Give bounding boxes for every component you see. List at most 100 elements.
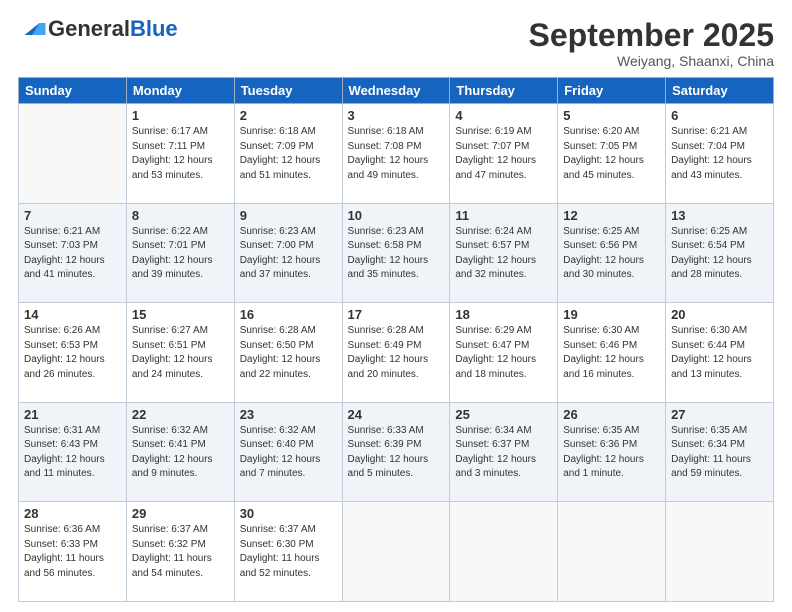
calendar-cell: 13 Sunrise: 6:25 AM Sunset: 6:54 PM Dayli… [666,203,774,303]
day-number: 7 [24,208,121,223]
calendar-cell [19,104,127,204]
cell-content: Sunrise: 6:26 AM Sunset: 6:53 PM Dayligh… [24,324,121,382]
calendar-cell: 27 Sunrise: 6:35 AM Sunset: 6:34 PM Dayli… [666,402,774,502]
cell-content: Sunrise: 6:22 AM Sunset: 7:01 PM Dayligh… [132,225,229,283]
calendar-cell [558,502,666,602]
cell-content: Sunrise: 6:34 AM Sunset: 6:37 PM Dayligh… [455,424,552,482]
calendar-cell: 15Sunrise: 6:27 AM Sunset: 6:51 PM Dayli… [126,303,234,403]
cell-content: Sunrise: 6:37 AM Sunset: 6:32 PM Dayligh… [132,523,229,581]
day-number: 2 [240,108,337,123]
day-number: 18 [455,307,552,322]
day-header-saturday: Saturday [666,78,774,104]
day-number: 16 [240,307,337,322]
cell-content: Sunrise: 6:18 AM Sunset: 7:08 PM Dayligh… [348,125,445,183]
cell-content: Sunrise: 6:28 AM Sunset: 6:49 PM Dayligh… [348,324,445,382]
calendar-cell [666,502,774,602]
calendar-cell: 4 Sunrise: 6:19 AM Sunset: 7:07 PM Daylig… [450,104,558,204]
calendar-header-row: SundayMondayTuesdayWednesdayThursdayFrid… [19,78,774,104]
calendar-cell: 17 Sunrise: 6:28 AM Sunset: 6:49 PM Dayli… [342,303,450,403]
calendar-cell: 9 Sunrise: 6:23 AM Sunset: 7:00 PM Daylig… [234,203,342,303]
calendar-cell: 14 Sunrise: 6:26 AM Sunset: 6:53 PM Dayli… [19,303,127,403]
day-number: 1 [132,108,229,123]
day-header-friday: Friday [558,78,666,104]
day-number: 4 [455,108,552,123]
day-number: 6 [671,108,768,123]
calendar-cell: 22Sunrise: 6:32 AM Sunset: 6:41 PM Dayli… [126,402,234,502]
day-number: 29 [132,506,229,521]
cell-content: Sunrise: 6:21 AM Sunset: 7:03 PM Dayligh… [24,225,121,283]
cell-content: Sunrise: 6:23 AM Sunset: 7:00 PM Dayligh… [240,225,337,283]
logo-text: GeneralBlue [48,18,178,40]
calendar-cell: 12 Sunrise: 6:25 AM Sunset: 6:56 PM Dayli… [558,203,666,303]
day-number: 8 [132,208,229,223]
day-number: 19 [563,307,660,322]
cell-content: Sunrise: 6:19 AM Sunset: 7:07 PM Dayligh… [455,125,552,183]
cell-content: Sunrise: 6:18 AM Sunset: 7:09 PM Dayligh… [240,125,337,183]
day-number: 20 [671,307,768,322]
calendar-cell: 1 Sunrise: 6:17 AM Sunset: 7:11 PM Daylig… [126,104,234,204]
day-header-thursday: Thursday [450,78,558,104]
calendar-cell: 25 Sunrise: 6:34 AM Sunset: 6:37 PM Dayli… [450,402,558,502]
cell-content: Sunrise: 6:17 AM Sunset: 7:11 PM Dayligh… [132,125,229,183]
logo-blue: Blue [130,16,178,41]
cell-content: Sunrise: 6:35 AM Sunset: 6:36 PM Dayligh… [563,424,660,482]
cell-content: Sunrise: 6:25 AM Sunset: 6:56 PM Dayligh… [563,225,660,283]
cell-content: Sunrise: 6:24 AM Sunset: 6:57 PM Dayligh… [455,225,552,283]
day-header-tuesday: Tuesday [234,78,342,104]
calendar-cell: 24Sunrise: 6:33 AM Sunset: 6:39 PM Dayli… [342,402,450,502]
calendar-cell: 2 Sunrise: 6:18 AM Sunset: 7:09 PM Daylig… [234,104,342,204]
calendar-week-row: 28Sunrise: 6:36 AM Sunset: 6:33 PM Dayli… [19,502,774,602]
cell-content: Sunrise: 6:29 AM Sunset: 6:47 PM Dayligh… [455,324,552,382]
calendar-cell: 5 Sunrise: 6:20 AM Sunset: 7:05 PM Daylig… [558,104,666,204]
calendar-week-row: 21 Sunrise: 6:31 AM Sunset: 6:43 PM Dayli… [19,402,774,502]
calendar-cell: 26 Sunrise: 6:35 AM Sunset: 6:36 PM Dayli… [558,402,666,502]
day-number: 5 [563,108,660,123]
cell-content: Sunrise: 6:28 AM Sunset: 6:50 PM Dayligh… [240,324,337,382]
header: GeneralBlue September 2025 Weiyang, Shaa… [18,18,774,69]
cell-content: Sunrise: 6:32 AM Sunset: 6:40 PM Dayligh… [240,424,337,482]
calendar-week-row: 14 Sunrise: 6:26 AM Sunset: 6:53 PM Dayli… [19,303,774,403]
calendar-cell [342,502,450,602]
calendar-cell: 20Sunrise: 6:30 AM Sunset: 6:44 PM Dayli… [666,303,774,403]
location: Weiyang, Shaanxi, China [529,53,774,69]
day-number: 26 [563,407,660,422]
calendar-cell: 8 Sunrise: 6:22 AM Sunset: 7:01 PM Daylig… [126,203,234,303]
day-number: 23 [240,407,337,422]
logo-general: General [48,16,130,41]
day-number: 14 [24,307,121,322]
cell-content: Sunrise: 6:23 AM Sunset: 6:58 PM Dayligh… [348,225,445,283]
day-number: 12 [563,208,660,223]
calendar-cell: 23 Sunrise: 6:32 AM Sunset: 6:40 PM Dayli… [234,402,342,502]
calendar-cell: 10Sunrise: 6:23 AM Sunset: 6:58 PM Dayli… [342,203,450,303]
day-number: 17 [348,307,445,322]
calendar-table: SundayMondayTuesdayWednesdayThursdayFrid… [18,77,774,602]
calendar-cell: 6 Sunrise: 6:21 AM Sunset: 7:04 PM Daylig… [666,104,774,204]
day-number: 13 [671,208,768,223]
logo: GeneralBlue [18,18,178,40]
cell-content: Sunrise: 6:21 AM Sunset: 7:04 PM Dayligh… [671,125,768,183]
cell-content: Sunrise: 6:25 AM Sunset: 6:54 PM Dayligh… [671,225,768,283]
cell-content: Sunrise: 6:30 AM Sunset: 6:46 PM Dayligh… [563,324,660,382]
day-number: 11 [455,208,552,223]
calendar-cell: 16 Sunrise: 6:28 AM Sunset: 6:50 PM Dayli… [234,303,342,403]
cell-content: Sunrise: 6:35 AM Sunset: 6:34 PM Dayligh… [671,424,768,482]
day-number: 27 [671,407,768,422]
calendar-cell: 28Sunrise: 6:36 AM Sunset: 6:33 PM Dayli… [19,502,127,602]
day-number: 3 [348,108,445,123]
calendar-cell: 7 Sunrise: 6:21 AM Sunset: 7:03 PM Daylig… [19,203,127,303]
cell-content: Sunrise: 6:27 AM Sunset: 6:51 PM Dayligh… [132,324,229,382]
calendar-cell: 11 Sunrise: 6:24 AM Sunset: 6:57 PM Dayli… [450,203,558,303]
day-number: 25 [455,407,552,422]
calendar-cell [450,502,558,602]
cell-content: Sunrise: 6:32 AM Sunset: 6:41 PM Dayligh… [132,424,229,482]
cell-content: Sunrise: 6:36 AM Sunset: 6:33 PM Dayligh… [24,523,121,581]
calendar-cell: 29 Sunrise: 6:37 AM Sunset: 6:32 PM Dayli… [126,502,234,602]
day-number: 21 [24,407,121,422]
calendar-cell: 30Sunrise: 6:37 AM Sunset: 6:30 PM Dayli… [234,502,342,602]
cell-content: Sunrise: 6:33 AM Sunset: 6:39 PM Dayligh… [348,424,445,482]
cell-content: Sunrise: 6:31 AM Sunset: 6:43 PM Dayligh… [24,424,121,482]
day-number: 9 [240,208,337,223]
cell-content: Sunrise: 6:20 AM Sunset: 7:05 PM Dayligh… [563,125,660,183]
calendar-cell: 21 Sunrise: 6:31 AM Sunset: 6:43 PM Dayli… [19,402,127,502]
day-header-monday: Monday [126,78,234,104]
